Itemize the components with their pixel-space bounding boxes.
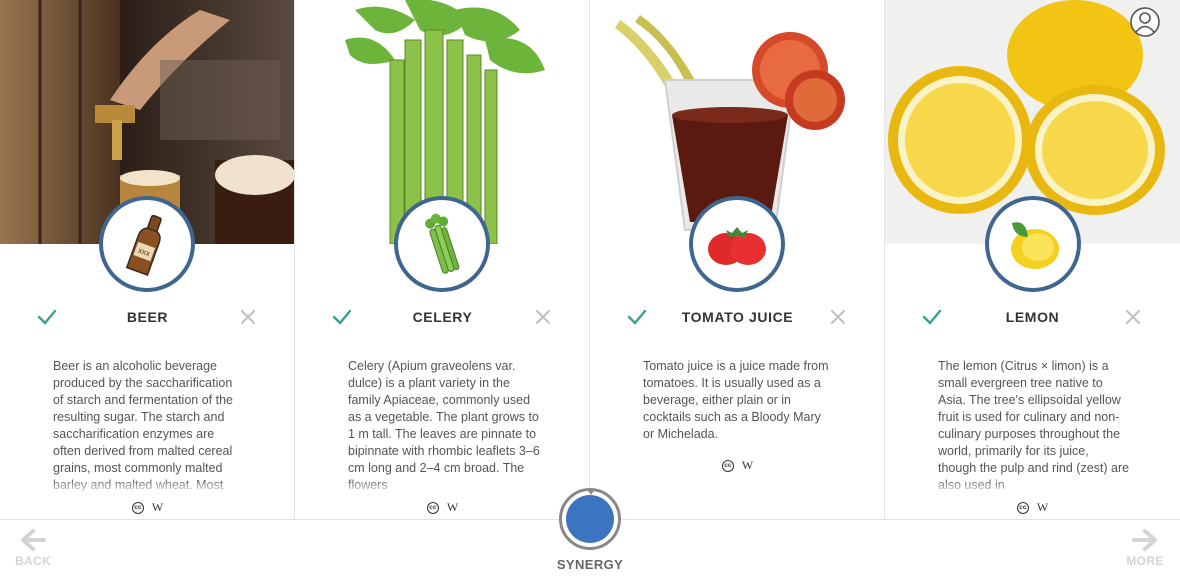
creative-commons-icon: cc [426,501,439,514]
ingredient-name: LEMON [1005,309,1060,325]
ingredient-description: Celery (Apium graveolens var. dulce) is … [348,358,540,495]
close-icon[interactable] [534,308,552,326]
ingredient-cards: XXX BEER Beer is an alcoholic beverage p… [0,0,1180,519]
creative-commons-icon: cc [1016,501,1029,514]
ingredient-name: CELERY [412,309,473,325]
more-button[interactable]: MORE [1115,528,1175,568]
credits: cc W [0,500,294,515]
creative-commons-icon: cc [131,501,144,514]
close-icon[interactable] [829,308,847,326]
celery-title-row: CELERY [295,306,589,330]
synergy-label: SYNERGY [556,557,624,572]
arrow-left-icon [21,529,46,551]
lemon-badge [984,196,1081,292]
ingredient-card-celery: CELERY Celery (Apium graveolens var. dul… [295,0,590,519]
ingredient-name: BEER [126,309,169,325]
ingredient-name: TOMATO JUICE [681,309,794,325]
user-profile-icon[interactable] [1129,6,1161,38]
credits: cc W [590,458,884,473]
check-icon[interactable] [921,306,943,328]
beer-badge: XXX [99,196,195,292]
check-icon[interactable] [626,306,648,328]
check-icon[interactable] [331,306,353,328]
synergy-circle [566,495,614,543]
ingredient-card-beer: XXX BEER Beer is an alcoholic beverage p… [0,0,295,519]
celery-icon [425,213,460,274]
close-icon[interactable] [239,308,257,326]
back-button[interactable]: BACK [3,528,63,568]
ingredient-card-tomato-juice: TOMATO JUICE Tomato juice is a juice mad… [590,0,885,519]
arrow-right-icon [1132,529,1157,551]
celery-badge [394,196,490,292]
credits: cc W [295,500,589,515]
ingredient-description: Beer is an alcoholic beverage produced b… [53,358,245,495]
check-icon[interactable] [36,306,58,328]
ingredient-description: The lemon (Citrus × limon) is a small ev… [938,358,1130,495]
beer-bottle-icon: XXX [125,214,162,276]
wikipedia-link[interactable]: W [1037,500,1048,514]
tomato-juice-title-row: TOMATO JUICE [590,306,884,330]
app: XXX BEER Beer is an alcoholic beverage p… [0,0,1180,579]
tomato-badge [689,196,785,292]
beer-title-row: BEER [0,306,294,330]
ingredient-description: Tomato juice is a juice made from tomato… [643,359,829,441]
wikipedia-link[interactable]: W [742,458,753,472]
more-label: MORE [1126,554,1164,568]
lemon-icon [1010,222,1059,269]
close-icon[interactable] [1124,308,1142,326]
synergy-button[interactable] [559,488,621,550]
creative-commons-icon: cc [721,459,734,472]
wikipedia-link[interactable]: W [152,500,163,514]
back-label: BACK [15,554,51,568]
tomato-icon [708,227,766,265]
credits: cc W [885,500,1180,515]
ingredient-card-lemon: LEMON The lemon (Citrus × limon) is a sm… [885,0,1180,519]
lemon-title-row: LEMON [885,306,1180,330]
wikipedia-link[interactable]: W [447,500,458,514]
